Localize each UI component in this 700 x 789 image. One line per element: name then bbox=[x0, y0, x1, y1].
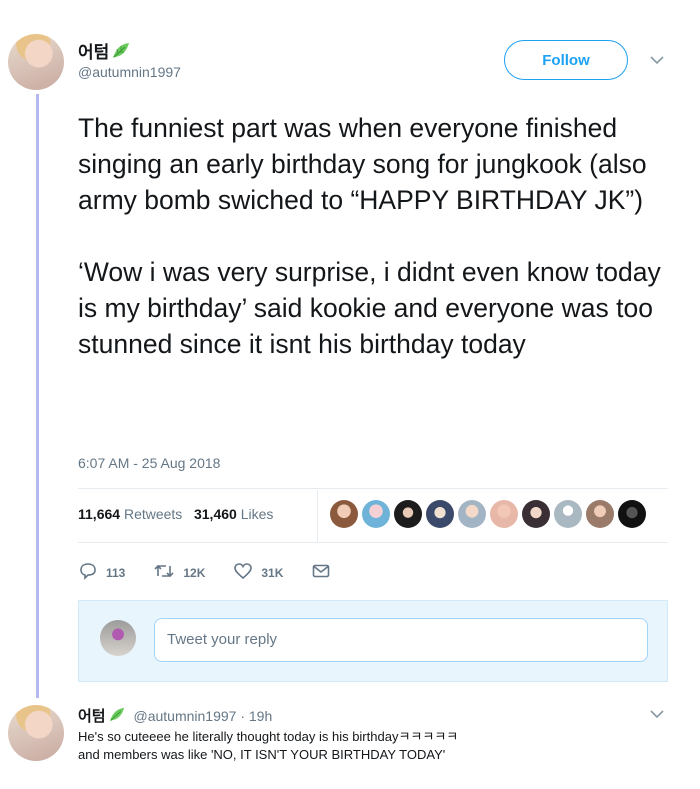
reply-header: 어텀 @autumnin1997 · 19h bbox=[78, 705, 272, 726]
retweet-action[interactable]: 12K bbox=[153, 562, 205, 583]
reply-display-name[interactable]: 어텀 bbox=[78, 708, 106, 725]
divider bbox=[317, 490, 318, 542]
tweet-text: The funniest part was when everyone fini… bbox=[78, 110, 678, 362]
leaf-icon bbox=[108, 707, 126, 726]
retweets-label: Retweets bbox=[123, 506, 183, 522]
message-icon bbox=[311, 563, 339, 582]
liker-avatar[interactable] bbox=[394, 500, 422, 528]
tweet-paragraph: The funniest part was when everyone fini… bbox=[78, 113, 647, 215]
like-count: 31K bbox=[261, 565, 284, 580]
retweets-stat[interactable]: 11,664 Retweets bbox=[78, 506, 182, 522]
display-name[interactable]: 어텀 bbox=[78, 38, 131, 65]
reply-text: He's so cuteeee he literally thought tod… bbox=[78, 728, 638, 764]
chevron-down-icon[interactable] bbox=[650, 706, 664, 724]
liker-avatar[interactable] bbox=[490, 500, 518, 528]
likes-stat[interactable]: 31,460 Likes bbox=[194, 506, 273, 522]
message-action[interactable] bbox=[311, 563, 339, 582]
avatar[interactable] bbox=[8, 705, 64, 761]
tweet-paragraph: ‘Wow i was very surprise, i didnt even k… bbox=[78, 257, 661, 359]
reply-icon bbox=[78, 562, 106, 583]
likers-avatars bbox=[330, 500, 646, 528]
liker-avatar[interactable] bbox=[458, 500, 486, 528]
liker-avatar[interactable] bbox=[522, 500, 550, 528]
reply-action[interactable]: 113 bbox=[78, 562, 125, 583]
reply-meta[interactable]: @autumnin1997 · 19h bbox=[134, 708, 273, 724]
liker-avatar[interactable] bbox=[554, 500, 582, 528]
reply-line: He's so cuteeee he literally thought tod… bbox=[78, 729, 459, 744]
follow-button[interactable]: Follow bbox=[504, 40, 628, 80]
reply-line: and members was like 'NO, IT ISN'T YOUR … bbox=[78, 747, 446, 762]
likes-label: Likes bbox=[240, 506, 274, 522]
reply-input[interactable]: Tweet your reply bbox=[154, 618, 648, 662]
likes-count: 31,460 bbox=[193, 506, 237, 522]
avatar bbox=[100, 620, 136, 656]
timestamp[interactable]: 6:07 AM - 25 Aug 2018 bbox=[78, 455, 220, 471]
liker-avatar[interactable] bbox=[330, 500, 358, 528]
tweet-actions: 113 12K 31K bbox=[78, 562, 367, 583]
leaf-icon bbox=[111, 42, 131, 65]
liker-avatar[interactable] bbox=[618, 500, 646, 528]
retweet-icon bbox=[153, 562, 183, 583]
heart-icon bbox=[233, 562, 261, 583]
liker-avatar[interactable] bbox=[586, 500, 614, 528]
handle[interactable]: @autumnin1997 bbox=[78, 64, 181, 80]
retweets-count: 11,664 bbox=[78, 506, 121, 522]
engagement-stats: 11,664 Retweets 31,460 Likes bbox=[78, 506, 273, 522]
like-action[interactable]: 31K bbox=[233, 562, 283, 583]
retweet-count: 12K bbox=[183, 565, 206, 580]
liker-avatar[interactable] bbox=[426, 500, 454, 528]
chevron-down-icon[interactable] bbox=[650, 52, 664, 70]
display-name-text[interactable]: 어텀 bbox=[78, 43, 109, 62]
reply-count: 113 bbox=[106, 565, 126, 580]
divider bbox=[78, 488, 668, 489]
liker-avatar[interactable] bbox=[362, 500, 390, 528]
thread-line bbox=[36, 94, 39, 698]
avatar[interactable] bbox=[8, 34, 64, 90]
divider bbox=[78, 542, 668, 543]
